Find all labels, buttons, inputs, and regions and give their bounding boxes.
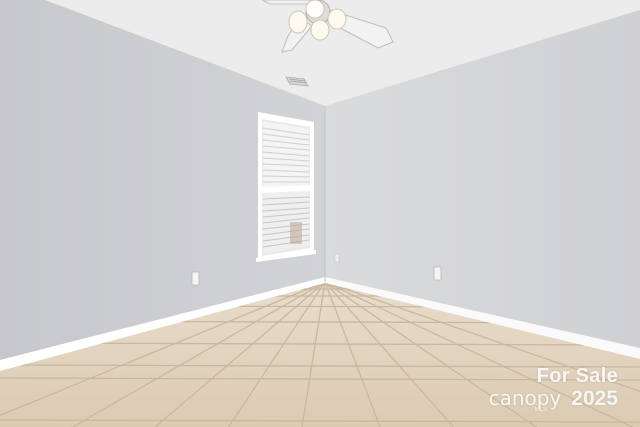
room-photo: For Sale canopy 2025 MLS [0,0,640,427]
watermark-brand: canopy [488,386,562,410]
watermark-year: 2025 [571,387,618,410]
listing-watermark: For Sale canopy 2025 MLS [489,366,618,413]
room-illustration [0,0,640,427]
wall-outlet-left [191,271,200,286]
window [256,112,316,262]
wall-outlet-corner [334,253,340,263]
watermark-for-sale: For Sale [536,365,618,387]
wall-outlet-right [433,266,442,281]
